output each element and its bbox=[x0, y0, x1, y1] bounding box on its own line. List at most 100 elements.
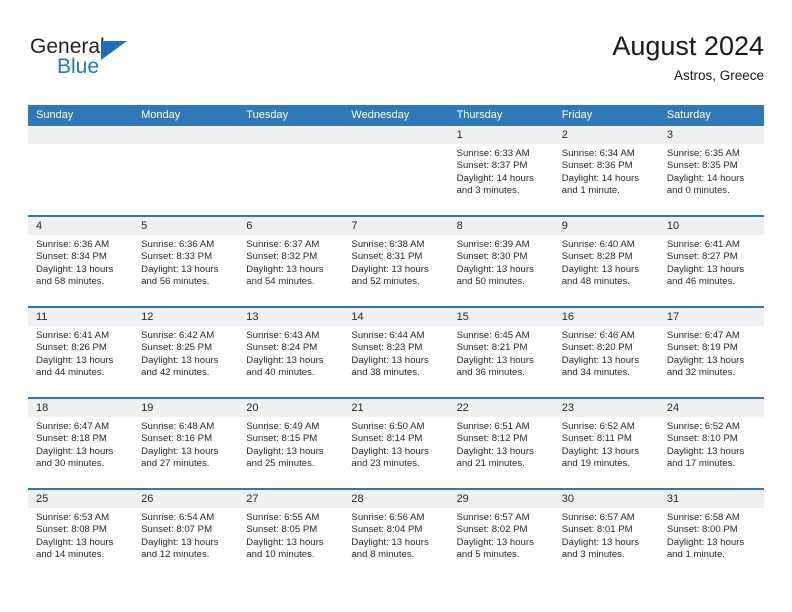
day-info-line: Daylight: 13 hours bbox=[666, 263, 745, 275]
day-cell[interactable]: Sunrise: 6:56 AM Sunset: 8:04 PM Daylight:… bbox=[343, 508, 448, 579]
day-number[interactable]: 18 bbox=[28, 399, 133, 417]
day-info-line: Sunrise: 6:35 AM bbox=[666, 148, 740, 159]
day-info-line: Sunrise: 6:51 AM bbox=[456, 421, 530, 432]
day-info-line: Sunrise: 6:58 AM bbox=[666, 512, 740, 523]
general-blue-logo[interactable]: General Blue bbox=[30, 36, 210, 92]
day-info-line: Daylight: 14 hours bbox=[456, 172, 534, 184]
day-number[interactable]: 4 bbox=[28, 217, 133, 235]
day-number[interactable]: 30 bbox=[554, 490, 659, 508]
day-cell[interactable]: Sunrise: 6:44 AM Sunset: 8:23 PM Daylight:… bbox=[343, 326, 448, 397]
day-cell[interactable]: Sunrise: 6:47 AM Sunset: 8:19 PM Daylight:… bbox=[659, 326, 764, 397]
day-number[interactable]: 15 bbox=[449, 308, 554, 326]
day-cell[interactable]: Sunrise: 6:47 AM Sunset: 8:18 PM Daylight:… bbox=[28, 417, 133, 488]
day-cell[interactable]: Sunrise: 6:36 AM Sunset: 8:33 PM Daylight:… bbox=[133, 235, 238, 306]
day-info-line: Sunset: 8:15 PM bbox=[246, 433, 318, 445]
day-info-line: Daylight: 13 hours bbox=[666, 536, 745, 548]
day-info-line: and 23 minutes. bbox=[351, 458, 420, 470]
day-cell[interactable]: Sunrise: 6:49 AM Sunset: 8:15 PM Daylight:… bbox=[238, 417, 343, 488]
day-info-line: Sunset: 8:32 PM bbox=[246, 251, 318, 263]
day-number[interactable]: 10 bbox=[659, 217, 764, 235]
day-cell[interactable]: Sunrise: 6:35 AM Sunset: 8:35 PM Daylight:… bbox=[659, 144, 764, 215]
day-cell[interactable]: Sunrise: 6:39 AM Sunset: 8:30 PM Daylight:… bbox=[449, 235, 554, 306]
day-cell[interactable]: Sunrise: 6:55 AM Sunset: 8:05 PM Daylight:… bbox=[238, 508, 343, 579]
day-number[interactable]: 6 bbox=[238, 217, 343, 235]
day-info-line: and 36 minutes. bbox=[456, 367, 525, 379]
day-cell[interactable]: Sunrise: 6:57 AM Sunset: 8:01 PM Daylight:… bbox=[554, 508, 659, 579]
day-number[interactable]: 17 bbox=[659, 308, 764, 326]
day-info-line: Sunrise: 6:37 AM bbox=[246, 239, 320, 250]
day-cell[interactable]: Sunrise: 6:40 AM Sunset: 8:28 PM Daylight:… bbox=[554, 235, 659, 306]
day-cell[interactable]: Sunrise: 6:45 AM Sunset: 8:21 PM Daylight:… bbox=[449, 326, 554, 397]
day-info-line: Sunrise: 6:38 AM bbox=[351, 239, 425, 250]
day-number[interactable]: 28 bbox=[343, 490, 448, 508]
day-detail-row: Sunrise: 6:47 AM Sunset: 8:18 PM Daylight:… bbox=[28, 417, 764, 488]
day-number[interactable]: 19 bbox=[133, 399, 238, 417]
day-info-line: and 1 minute. bbox=[666, 549, 725, 561]
day-info-line: Daylight: 13 hours bbox=[456, 354, 534, 366]
day-number[interactable]: 25 bbox=[28, 490, 133, 508]
day-info-line: Daylight: 13 hours bbox=[456, 263, 534, 275]
day-cell[interactable]: Sunrise: 6:34 AM Sunset: 8:36 PM Daylight:… bbox=[554, 144, 659, 215]
day-info-line: Daylight: 13 hours bbox=[36, 536, 114, 548]
day-cell[interactable]: Sunrise: 6:38 AM Sunset: 8:31 PM Daylight:… bbox=[343, 235, 448, 306]
day-cell[interactable]: Sunrise: 6:58 AM Sunset: 8:00 PM Daylight:… bbox=[659, 508, 764, 579]
day-number[interactable]: 29 bbox=[449, 490, 554, 508]
day-info-line: Sunrise: 6:42 AM bbox=[141, 330, 215, 341]
day-cell[interactable]: Sunrise: 6:57 AM Sunset: 8:02 PM Daylight:… bbox=[449, 508, 554, 579]
day-info-line: Sunset: 8:36 PM bbox=[561, 160, 633, 172]
day-number[interactable]: 13 bbox=[238, 308, 343, 326]
day-info-line: Sunset: 8:00 PM bbox=[666, 524, 738, 536]
day-cell[interactable]: Sunrise: 6:48 AM Sunset: 8:16 PM Daylight:… bbox=[133, 417, 238, 488]
day-cell[interactable]: Sunrise: 6:50 AM Sunset: 8:14 PM Daylight:… bbox=[343, 417, 448, 488]
day-number[interactable]: 16 bbox=[554, 308, 659, 326]
day-number[interactable]: 3 bbox=[659, 126, 764, 144]
day-info-line: and 42 minutes. bbox=[141, 367, 210, 379]
day-number[interactable]: 31 bbox=[659, 490, 764, 508]
day-info-line: Sunrise: 6:49 AM bbox=[246, 421, 320, 432]
day-number[interactable]: 11 bbox=[28, 308, 133, 326]
day-number[interactable]: 14 bbox=[343, 308, 448, 326]
day-number[interactable]: 26 bbox=[133, 490, 238, 508]
weekday-header-saturday: Saturday bbox=[666, 109, 711, 121]
day-number[interactable]: 12 bbox=[133, 308, 238, 326]
day-cell[interactable]: Sunrise: 6:46 AM Sunset: 8:20 PM Daylight:… bbox=[554, 326, 659, 397]
day-cell[interactable]: Sunrise: 6:54 AM Sunset: 8:07 PM Daylight:… bbox=[133, 508, 238, 579]
day-info-line: Sunset: 8:18 PM bbox=[36, 433, 107, 445]
day-cell[interactable]: Sunrise: 6:37 AM Sunset: 8:32 PM Daylight:… bbox=[238, 235, 343, 306]
day-cell-empty bbox=[28, 144, 133, 215]
day-info-line: Daylight: 13 hours bbox=[246, 536, 324, 548]
day-detail-row: Sunrise: 6:36 AM Sunset: 8:34 PM Daylight:… bbox=[28, 235, 764, 306]
day-number[interactable]: 9 bbox=[554, 217, 659, 235]
day-number-row: 11 12 13 14 15 16 17 bbox=[28, 308, 764, 326]
day-info-line: Sunset: 8:04 PM bbox=[351, 524, 423, 536]
day-cell[interactable]: Sunrise: 6:36 AM Sunset: 8:34 PM Daylight:… bbox=[28, 235, 133, 306]
day-number[interactable]: 22 bbox=[449, 399, 554, 417]
day-number[interactable]: 2 bbox=[554, 126, 659, 144]
day-number[interactable]: 20 bbox=[238, 399, 343, 417]
day-number[interactable]: 1 bbox=[449, 126, 554, 144]
day-number-empty bbox=[28, 126, 133, 144]
day-info-line: Sunrise: 6:33 AM bbox=[456, 148, 530, 159]
day-number[interactable]: 24 bbox=[659, 399, 764, 417]
day-number[interactable]: 8 bbox=[449, 217, 554, 235]
day-cell[interactable]: Sunrise: 6:41 AM Sunset: 8:27 PM Daylight:… bbox=[659, 235, 764, 306]
day-info-line: Sunrise: 6:56 AM bbox=[351, 512, 425, 523]
day-cell[interactable]: Sunrise: 6:53 AM Sunset: 8:08 PM Daylight:… bbox=[28, 508, 133, 579]
day-cell[interactable]: Sunrise: 6:51 AM Sunset: 8:12 PM Daylight:… bbox=[449, 417, 554, 488]
day-cell[interactable]: Sunrise: 6:42 AM Sunset: 8:25 PM Daylight:… bbox=[133, 326, 238, 397]
day-cell[interactable]: Sunrise: 6:33 AM Sunset: 8:37 PM Daylight:… bbox=[449, 144, 554, 215]
day-cell[interactable]: Sunrise: 6:52 AM Sunset: 8:10 PM Daylight:… bbox=[659, 417, 764, 488]
day-cell[interactable]: Sunrise: 6:43 AM Sunset: 8:24 PM Daylight:… bbox=[238, 326, 343, 397]
day-cell[interactable]: Sunrise: 6:41 AM Sunset: 8:26 PM Daylight:… bbox=[28, 326, 133, 397]
day-info-line: Sunset: 8:07 PM bbox=[141, 524, 213, 536]
day-info-line: Sunrise: 6:44 AM bbox=[351, 330, 425, 341]
day-info-line: Sunrise: 6:54 AM bbox=[141, 512, 215, 523]
day-number[interactable]: 7 bbox=[343, 217, 448, 235]
day-cell[interactable]: Sunrise: 6:52 AM Sunset: 8:11 PM Daylight:… bbox=[554, 417, 659, 488]
day-number[interactable]: 27 bbox=[238, 490, 343, 508]
calendar-week-row: 25 26 27 28 29 30 31 Sunrise: 6:53 AM Sunset: 8:… bbox=[28, 488, 764, 579]
day-number[interactable]: 21 bbox=[343, 399, 448, 417]
day-number[interactable]: 23 bbox=[554, 399, 659, 417]
day-number[interactable]: 5 bbox=[133, 217, 238, 235]
day-info-line: Sunrise: 6:52 AM bbox=[561, 421, 635, 432]
